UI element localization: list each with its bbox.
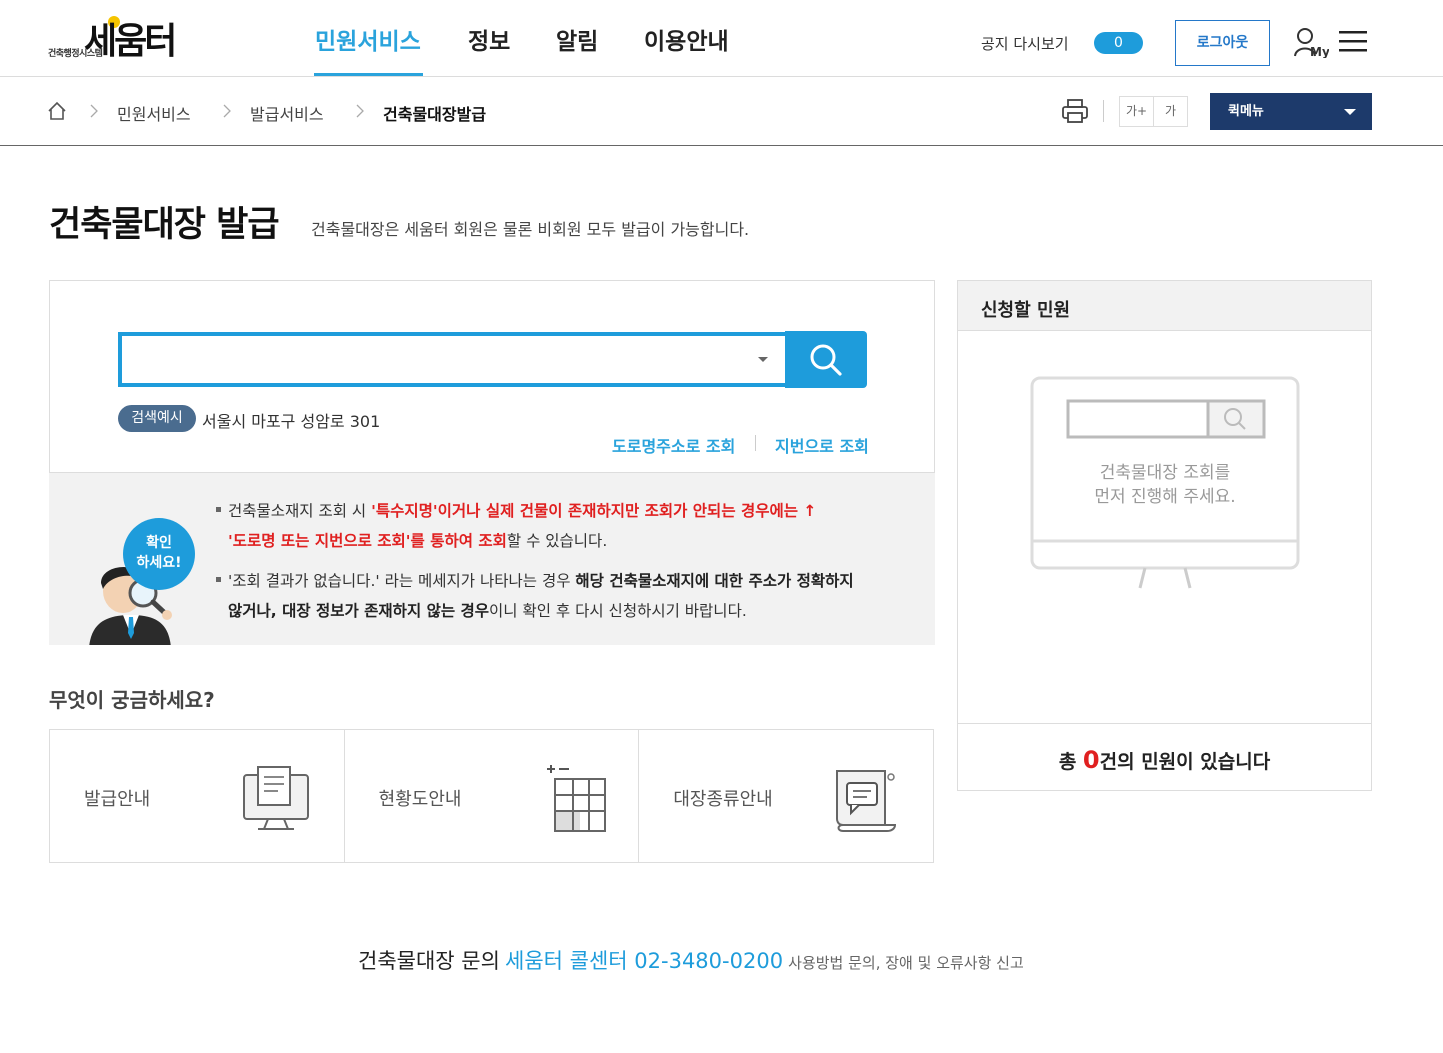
nav-info[interactable]: 정보: [468, 22, 510, 56]
empty-state-text: 건축물대장 조회를: [1099, 463, 1231, 483]
application-cart-panel: 신청할 민원 건축물대장 조회를 먼저 진행해 주세요. 총 0건의 민원이 있…: [957, 280, 1372, 791]
call-center-number[interactable]: 세움터 콜센터 02-3480-0200: [505, 949, 783, 973]
page-description: 건축물대장은 세움터 회원은 물론 비회원 모두 발급이 가능합니다.: [311, 220, 750, 239]
faq-floor-plan-guide[interactable]: 현황도안내: [345, 730, 640, 862]
logo-subtitle: 건축행정시스템: [48, 49, 103, 59]
address-search-panel: 검색예시 서울시 마포구 성암로 301 도로명주소로 조회 지번으로 조회: [49, 280, 935, 473]
info-line-4: 않거나, 대장 정보가 존재하지 않는 경우이니 확인 후 다시 신청하시기 바…: [228, 599, 747, 621]
search-example-text: 서울시 마포구 성암로 301: [202, 412, 381, 431]
seumter-logo[interactable]: 세움터 건축행정시스템: [48, 10, 208, 65]
document-speech-icon: [829, 763, 901, 835]
nav-guide[interactable]: 이용안내: [644, 22, 729, 56]
info-line-3: '조회 결과가 없습니다.' 라는 메세지가 나타나는 경우 해당 건축물소재지…: [228, 569, 854, 591]
info-text: '조회 결과가 없습니다.' 라는 메세지가 나타나는 경우: [228, 572, 576, 590]
notice-replay-toggle[interactable]: 0: [1094, 32, 1143, 54]
breadcrumb-current: 건축물대장발급: [383, 105, 487, 124]
side-panel-header: 신청할 민원: [958, 281, 1371, 331]
breadcrumb-item[interactable]: 발급서비스: [250, 101, 324, 125]
info-line-1: 건축물소재지 조회 시 '특수지명'이거나 실제 건물이 존재하지만 조회가 안…: [228, 499, 816, 521]
chevron-right-icon: [222, 101, 232, 121]
notice-replay-label: 공지 다시보기: [981, 35, 1069, 53]
info-line-2: '도로명 또는 지번으로 조회'를 통하여 조회할 수 있습니다.: [228, 529, 607, 551]
print-icon[interactable]: [1061, 98, 1089, 124]
caret-down-icon: [1344, 109, 1356, 115]
side-panel-title: 신청할 민원: [981, 300, 1071, 321]
check-notice-bubble: 확인 하세요!: [123, 518, 195, 590]
contact-label: 건축물대장 문의: [358, 949, 500, 973]
faq-grid: 발급안내 현황도안내 대장종류안내: [49, 729, 934, 863]
floor-plan-grid-icon: [543, 763, 615, 835]
info-highlight: '도로명 또는 지번으로 조회'를 통하여 조회: [228, 532, 507, 550]
quick-menu-label: 퀵메뉴: [1228, 104, 1264, 119]
search-by-road-link[interactable]: 도로명주소로 조회: [612, 433, 735, 457]
toolbar-divider: [1103, 100, 1104, 122]
nav-civil-service[interactable]: 민원서비스: [315, 22, 421, 56]
faq-label: 현황도안내: [378, 789, 462, 810]
search-icon: [810, 344, 842, 376]
breadcrumb-bar: 민원서비스 발급서비스 건축물대장발급 가+ 가 퀵메뉴: [0, 77, 1443, 146]
info-text: 이니 확인 후 다시 신청하시기 바랍니다.: [489, 602, 747, 620]
chevron-right-icon: [355, 101, 365, 121]
nav-notice[interactable]: 알림: [556, 22, 598, 56]
hamburger-menu-icon[interactable]: [1339, 29, 1367, 53]
search-example-badge: 검색예시: [118, 405, 196, 432]
home-icon[interactable]: [47, 101, 67, 121]
site-header: 세움터 건축행정시스템 민원서비스 정보 알림 이용안내 공지 다시보기 0 로…: [0, 0, 1443, 77]
page-title: 건축물대장 발급: [49, 205, 280, 245]
info-highlight: '특수지명'이거나 실제 건물이 존재하지만 조회가 안되는 경우에는 ↑: [371, 502, 817, 520]
bubble-line: 확인: [146, 535, 172, 551]
total-count: 0: [1082, 746, 1100, 774]
faq-issuance-guide[interactable]: 발급안내: [50, 730, 345, 862]
side-panel-footer: 총 0건의 민원이 있습니다: [958, 723, 1371, 791]
info-emphasis: 않거나, 대장 정보가 존재하지 않는 경우: [228, 602, 490, 620]
logout-button[interactable]: 로그아웃: [1175, 20, 1270, 66]
empty-state-text: 먼저 진행해 주세요.: [1094, 487, 1236, 507]
quick-menu-dropdown[interactable]: 퀵메뉴: [1210, 93, 1372, 130]
bullet-icon: [216, 577, 221, 582]
nav-active-indicator: [314, 73, 423, 76]
faq-section-title: 무엇이 궁금하세요?: [49, 688, 215, 712]
contact-footer: 건축물대장 문의 세움터 콜센터 02-3480-0200 사용방법 문의, 장…: [358, 945, 1024, 975]
faq-register-types-guide[interactable]: 대장종류안내: [639, 730, 933, 862]
my-page-icon[interactable]: My: [1293, 26, 1330, 59]
total-prefix: 총: [1058, 751, 1083, 773]
info-text: 할 수 있습니다.: [506, 532, 608, 550]
contact-note: 사용방법 문의, 장애 및 오류사항 신고: [788, 954, 1024, 972]
chevron-right-icon: [89, 101, 99, 121]
search-button[interactable]: [785, 331, 867, 388]
faq-label: 대장종류안내: [673, 789, 773, 810]
dropdown-caret-icon[interactable]: [758, 357, 768, 362]
total-count-text: 총 0건의 민원이 있습니다: [958, 746, 1371, 774]
link-divider: [755, 435, 756, 451]
info-text: 건축물소재지 조회 시: [228, 502, 372, 520]
breadcrumb-item[interactable]: 민원서비스: [117, 101, 191, 125]
faq-label: 발급안내: [84, 789, 151, 810]
total-suffix: 건의 민원이 있습니다: [1099, 751, 1271, 773]
svg-text:My: My: [1310, 45, 1329, 58]
info-emphasis: 해당 건축물소재지에 대한 주소가 정확하지: [575, 572, 854, 590]
notice-info-panel: 확인 하세요! 건축물소재지 조회 시 '특수지명'이거나 실제 건물이 존재하…: [49, 472, 935, 645]
bubble-line: 하세요!: [136, 555, 182, 571]
search-by-lot-link[interactable]: 지번으로 조회: [775, 433, 869, 457]
monitor-document-icon: [240, 763, 312, 835]
empty-state-monitor-icon: 건축물대장 조회를 먼저 진행해 주세요.: [1030, 376, 1300, 592]
font-size-decrease-button[interactable]: 가: [1153, 96, 1188, 127]
bullet-icon: [216, 507, 221, 512]
font-size-increase-button[interactable]: 가+: [1119, 96, 1154, 127]
address-search-input[interactable]: [118, 332, 786, 387]
